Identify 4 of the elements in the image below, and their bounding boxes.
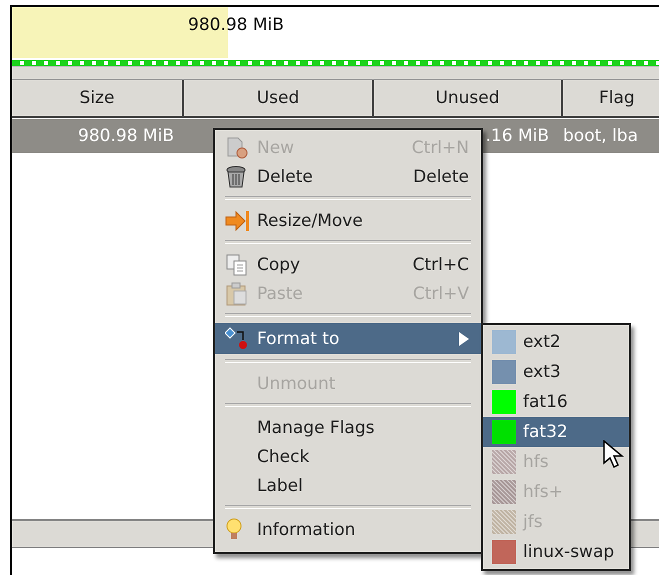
partition-size: 980.98 MiB [188, 15, 284, 35]
table-cell: 980.98 MiB [78, 126, 174, 146]
table-cell: boot, lba [563, 126, 638, 146]
table-cell: .16 MiB [486, 126, 549, 146]
